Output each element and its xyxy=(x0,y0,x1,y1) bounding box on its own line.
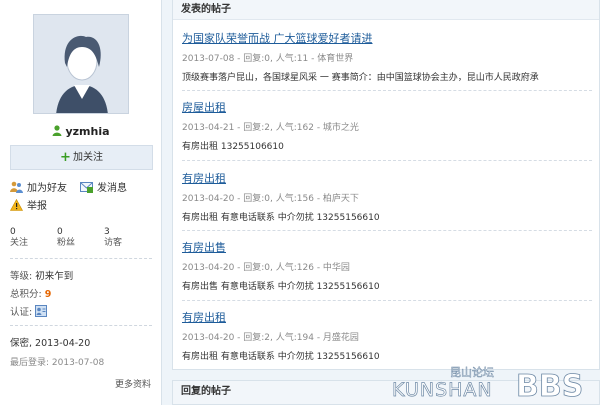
svg-text:KUNSHAN: KUNSHAN xyxy=(392,379,493,399)
post-item: 为国家队荣誉而战 广大篮球爱好者请进 2013-07-08 - 回复:0, 人气… xyxy=(182,30,600,83)
post-excerpt: 有房出租 有意电话联系 中介勿扰 13255156610 xyxy=(182,352,380,362)
verify-badge-icon[interactable] xyxy=(35,305,48,317)
divider xyxy=(10,258,152,259)
post-excerpt: 有房出租 有意电话联系 中介勿扰 13255156610 xyxy=(182,213,380,223)
points-line: 总积分: 9 xyxy=(10,289,52,300)
post-divider xyxy=(182,300,592,301)
add-friend-label: 加为好友 xyxy=(27,183,67,194)
post-title[interactable]: 房屋出租 xyxy=(182,99,600,115)
post-item: 房屋出租 2013-04-21 - 回复:2, 人气:162 - 城市之光 有房… xyxy=(182,99,600,152)
default-avatar-icon xyxy=(34,15,128,113)
divider xyxy=(10,325,152,326)
level-line: 等级: 初来乍到 xyxy=(10,271,74,282)
username[interactable]: yzmhia xyxy=(0,125,162,138)
follow-button-label: 加关注 xyxy=(72,152,103,163)
post-meta: 2013-04-20 - 回复:0, 人气:126 - 中华园 xyxy=(182,263,350,273)
kunshan-bbs-watermark-logo: 昆山论坛 KUNSHAN BBS xyxy=(392,365,584,399)
last-login: 最后登录: 2013-07-08 xyxy=(10,358,105,368)
post-meta: 2013-07-08 - 回复:0, 人气:11 - 体育世界 xyxy=(182,54,354,64)
posts-panel: 发表的帖子 为国家队荣誉而战 广大篮球爱好者请进 2013-07-08 - 回复… xyxy=(172,0,600,370)
username-text: yzmhia xyxy=(65,125,110,138)
post-title[interactable]: 有房出售 xyxy=(182,239,600,255)
plus-icon: + xyxy=(60,150,71,165)
post-excerpt: 有房出租 13255106610 xyxy=(182,142,284,152)
post-item: 有房出租 2013-04-20 - 回复:2, 人气:194 - 月盛花园 有房… xyxy=(182,309,600,362)
post-title[interactable]: 有房出租 xyxy=(182,170,600,186)
avatar[interactable] xyxy=(33,14,129,114)
report-label: 举报 xyxy=(27,201,47,212)
profile-sidebar: yzmhia + 加关注 加为好友 发消息 举报 0 关注 0 粉丝 3 访客 等级: … xyxy=(0,0,162,405)
join-date: 保密, 2013-04-20 xyxy=(10,338,91,349)
posts-panel-title: 发表的帖子 xyxy=(173,0,599,20)
send-message-link[interactable]: 发消息 xyxy=(80,179,127,194)
more-info-link[interactable]: 更多资料 xyxy=(115,377,151,390)
profile-stats: 0 关注 0 粉丝 3 访客 xyxy=(10,227,152,249)
post-item: 有房出售 2013-04-20 - 回复:0, 人气:126 - 中华园 有房出… xyxy=(182,239,600,292)
warning-icon xyxy=(10,198,23,211)
post-title[interactable]: 有房出租 xyxy=(182,309,600,325)
post-meta: 2013-04-20 - 回复:0, 人气:156 - 柏庐天下 xyxy=(182,194,359,204)
post-meta: 2013-04-20 - 回复:2, 人气:194 - 月盛花园 xyxy=(182,333,359,343)
post-divider xyxy=(182,230,592,231)
verify-line: 认证: xyxy=(10,304,48,318)
follow-button[interactable]: + 加关注 xyxy=(10,145,153,170)
stat-visitors[interactable]: 3 访客 xyxy=(104,227,151,249)
post-item: 有房出租 2013-04-20 - 回复:0, 人气:156 - 柏庐天下 有房… xyxy=(182,170,600,223)
report-link[interactable]: 举报 xyxy=(10,197,47,212)
svg-text:昆山论坛: 昆山论坛 xyxy=(450,365,494,379)
add-friend-link[interactable]: 加为好友 xyxy=(10,179,67,194)
add-friend-icon xyxy=(10,181,23,193)
post-divider xyxy=(182,160,592,161)
post-excerpt: 有房出售 有意电话联系 中介勿扰 13255156610 xyxy=(182,282,380,292)
post-excerpt: 顶级赛事落户昆山，各国球星风采 一 赛事简介：由中国篮球协会主办，昆山市人民政府… xyxy=(182,73,539,83)
post-title[interactable]: 为国家队荣誉而战 广大篮球爱好者请进 xyxy=(182,30,600,46)
message-icon xyxy=(80,181,93,193)
stat-following[interactable]: 0 关注 xyxy=(10,227,57,249)
user-icon xyxy=(52,125,62,136)
send-message-label: 发消息 xyxy=(97,183,127,194)
post-meta: 2013-04-21 - 回复:2, 人气:162 - 城市之光 xyxy=(182,123,359,133)
stat-fans[interactable]: 0 粉丝 xyxy=(57,227,104,249)
svg-text:BBS: BBS xyxy=(516,369,583,399)
post-divider xyxy=(182,90,592,91)
